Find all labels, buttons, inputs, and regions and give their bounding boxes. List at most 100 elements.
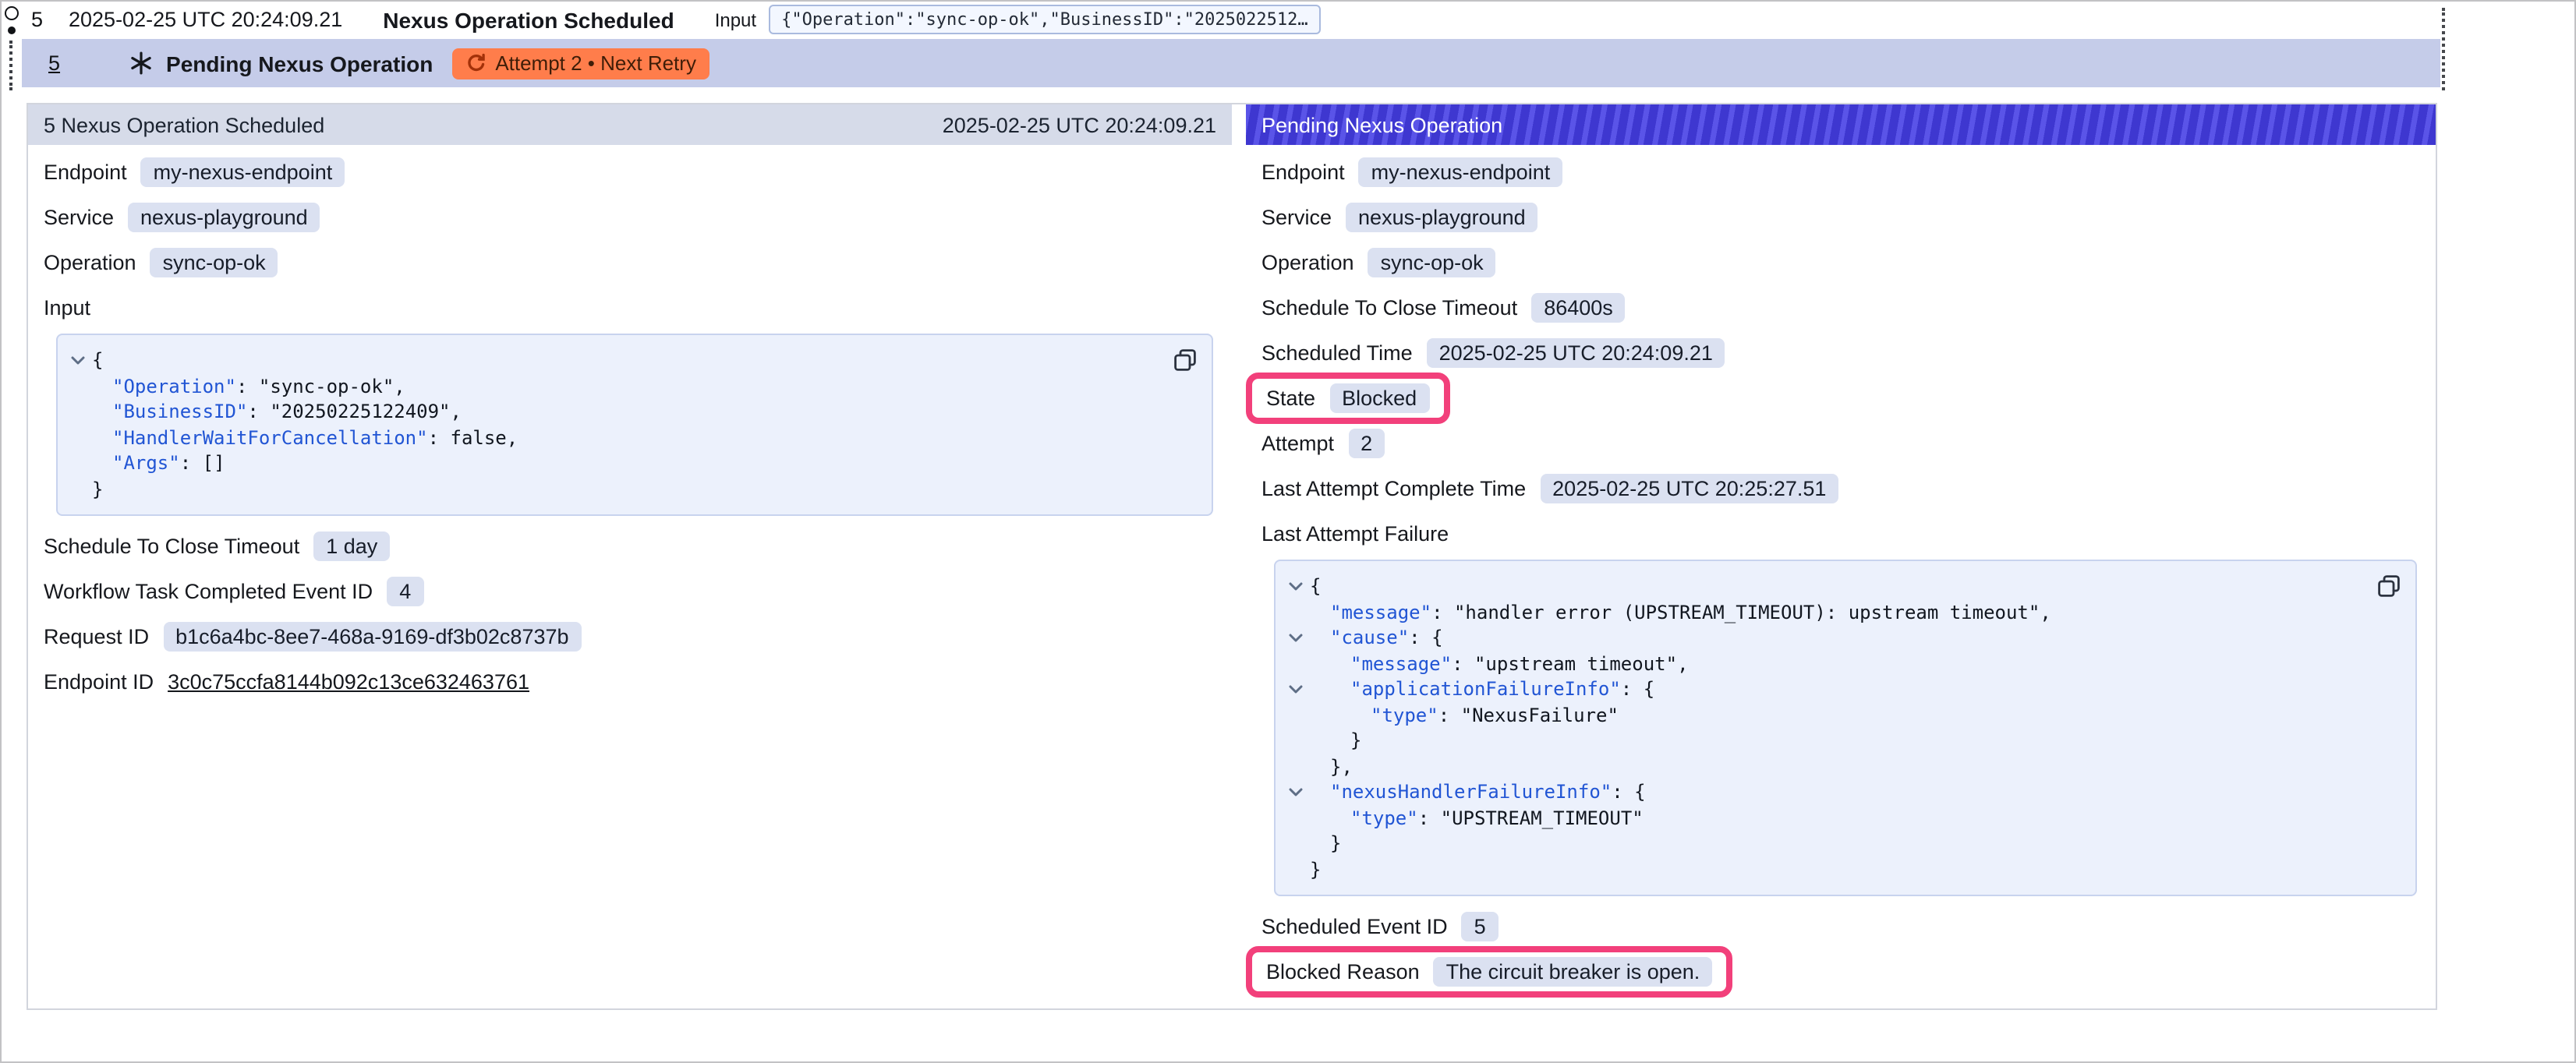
- value-badge: 5: [1462, 911, 1499, 941]
- temporal-event-history-view: 5 2025-02-25 UTC 20:24:09.21 Nexus Opera…: [0, 0, 2576, 1063]
- field-group: Schedule To Close Timeout86400s: [1261, 292, 1626, 322]
- code-text: }: [1310, 831, 1341, 856]
- code-text: "HandlerWaitForCancellation": false,: [92, 425, 518, 450]
- field-label: Scheduled Time: [1261, 341, 1413, 364]
- field-label: Last Attempt Failure: [1261, 521, 1449, 545]
- field-label: Schedule To Close Timeout: [44, 534, 299, 557]
- gutter-spacer: [64, 476, 92, 484]
- right-field-last-attempt-complete-time: Last Attempt Complete Time 2025-02-25 UTC…: [1261, 471, 2420, 505]
- field-label: Endpoint: [44, 160, 127, 183]
- right-field-state: StateBlocked: [1261, 380, 2420, 415]
- pending-operation-row[interactable]: 5 Pending Nexus Operation Attempt 2 • Ne…: [22, 39, 2440, 87]
- code-text: }: [1310, 728, 1361, 754]
- field-label: Service: [44, 205, 114, 228]
- event-timestamp: 2025-02-25 UTC 20:24:09.21: [69, 8, 342, 31]
- event-panel-body: Endpointmy-nexus-endpointServicenexus-pl…: [28, 145, 1232, 1008]
- left-field-operation: Operationsync-op-ok: [44, 245, 1216, 279]
- retry-badge: Attempt 2 • Next Retry: [451, 48, 710, 79]
- code-line: "type": "NexusFailure": [1282, 702, 2359, 728]
- code-line: "BusinessID": "20250225122409",: [64, 399, 1155, 425]
- value-link[interactable]: 3c0c75ccfa8144b092c13ce632463761: [168, 669, 529, 693]
- event-panel-header: 5 Nexus Operation Scheduled 2025-02-25 U…: [28, 104, 1232, 145]
- code-text: },: [1310, 754, 1353, 779]
- value-badge: b1c6a4bc-8ee7-468a-9169-df3b02c8737b: [163, 621, 581, 651]
- field-group: Operationsync-op-ok: [1261, 247, 1496, 277]
- gutter-spacer: [1282, 651, 1310, 659]
- right-field-schedule-to-close-timeout: Schedule To Close Timeout86400s: [1261, 290, 2420, 324]
- code-line: }: [1282, 831, 2359, 856]
- code-text: }: [92, 476, 103, 502]
- timeline-dotted-line: [9, 41, 12, 90]
- left-field-endpoint-id: Endpoint ID3c0c75ccfa8144b092c13ce632463…: [44, 664, 1216, 698]
- pending-asterisk-icon: [129, 51, 152, 75]
- field-group: Servicenexus-playground: [1261, 202, 1538, 231]
- field-group: Input: [44, 290, 90, 324]
- field-group: Endpoint ID3c0c75ccfa8144b092c13ce632463…: [44, 669, 529, 693]
- field-group: Schedule To Close Timeout1 day: [44, 531, 390, 560]
- code-text: "applicationFailureInfo": {: [1310, 676, 1654, 702]
- event-detail-panel: 5 Nexus Operation Scheduled 2025-02-25 U…: [28, 104, 1232, 1008]
- value-badge: 2025-02-25 UTC 20:24:09.21: [1427, 337, 1725, 367]
- code-text: "BusinessID": "20250225122409",: [92, 399, 462, 425]
- code-line: }: [1282, 856, 2359, 882]
- code-text: {: [1310, 574, 1321, 599]
- code-text: "cause": {: [1310, 625, 1443, 651]
- code-text: "nexusHandlerFailureInfo": {: [1310, 779, 1646, 805]
- input-label: Input: [715, 9, 756, 30]
- gutter-spacer: [1282, 599, 1310, 607]
- chevron-down-icon[interactable]: [1282, 779, 1310, 798]
- code-line: "Operation": "sync-op-ok",: [64, 373, 1155, 399]
- code-line: "HandlerWaitForCancellation": false,: [64, 425, 1155, 450]
- code-text: "Args": []: [92, 450, 225, 476]
- copy-button[interactable]: [1171, 346, 1199, 374]
- event-details-container: 5 Nexus Operation Scheduled 2025-02-25 U…: [27, 103, 2437, 1010]
- chevron-down-icon[interactable]: [1282, 625, 1310, 644]
- left-field-workflow-task-completed-event-id: Workflow Task Completed Event ID4: [44, 574, 1216, 608]
- chevron-down-icon[interactable]: [1282, 574, 1310, 592]
- field-label: Attempt: [1261, 431, 1334, 454]
- json-code-block: {"message": "handler error (UPSTREAM_TIM…: [1274, 560, 2417, 896]
- value-badge: my-nexus-endpoint: [141, 157, 345, 186]
- pending-panel-title: Pending Nexus Operation: [1261, 113, 1502, 136]
- value-badge: my-nexus-endpoint: [1359, 157, 1563, 186]
- field-label: State: [1266, 386, 1315, 409]
- code-line: "nexusHandlerFailureInfo": {: [1282, 779, 2359, 805]
- pending-event-id-link[interactable]: 5: [48, 51, 60, 75]
- highlight-annotation: Blocked ReasonThe circuit breaker is ope…: [1246, 945, 1732, 997]
- right-field-operation: Operationsync-op-ok: [1261, 245, 2420, 279]
- field-label: Request ID: [44, 624, 149, 648]
- event-panel-timestamp: 2025-02-25 UTC 20:24:09.21: [943, 113, 1216, 136]
- copy-button[interactable]: [2375, 572, 2403, 600]
- value-badge: 4: [387, 576, 423, 606]
- highlight-annotation: StateBlocked: [1246, 372, 1449, 423]
- field-group: Last Attempt Failure: [1261, 516, 1449, 550]
- json-code-block: {"Operation": "sync-op-ok","BusinessID":…: [56, 334, 1213, 516]
- code-text: "type": "NexusFailure": [1310, 702, 1619, 728]
- chevron-down-icon[interactable]: [1282, 676, 1310, 695]
- value-badge: sync-op-ok: [1368, 247, 1496, 277]
- event-summary-row[interactable]: 5 2025-02-25 UTC 20:24:09.21 Nexus Opera…: [25, 0, 2442, 39]
- field-label: Last Attempt Complete Time: [1261, 476, 1526, 500]
- value-badge: 2025-02-25 UTC 20:25:27.51: [1540, 473, 1838, 503]
- gutter-spacer: [1282, 754, 1310, 761]
- field-label: Scheduled Event ID: [1261, 914, 1448, 938]
- event-id-link[interactable]: 5: [31, 8, 50, 31]
- value-badge: 86400s: [1531, 292, 1626, 322]
- code-text: "message": "handler error (UPSTREAM_TIME…: [1310, 599, 2051, 625]
- gutter-spacer: [64, 373, 92, 381]
- right-field-blocked-reason: Blocked ReasonThe circuit breaker is ope…: [1261, 954, 2420, 988]
- event-dot-icon: [8, 26, 16, 34]
- chevron-down-icon[interactable]: [64, 348, 92, 366]
- event-panel-title: 5 Nexus Operation Scheduled: [44, 113, 324, 136]
- value-badge: 2: [1348, 428, 1385, 457]
- field-group: Request ID b1c6a4bc-8ee7-468a-9169-df3b02…: [44, 621, 582, 651]
- code-line: {: [1282, 574, 2359, 599]
- field-group: Last Attempt Complete Time 2025-02-25 UTC…: [1261, 473, 1838, 503]
- event-title: Nexus Operation Scheduled: [383, 7, 674, 32]
- code-line: "type": "UPSTREAM_TIMEOUT": [1282, 805, 2359, 831]
- code-text: {: [92, 348, 103, 373]
- refresh-icon: [465, 53, 486, 73]
- value-badge: nexus-playground: [1346, 202, 1538, 231]
- pending-detail-panel: Pending Nexus Operation Endpointmy-nexus…: [1246, 104, 2436, 1008]
- pending-title: Pending Nexus Operation: [166, 51, 433, 76]
